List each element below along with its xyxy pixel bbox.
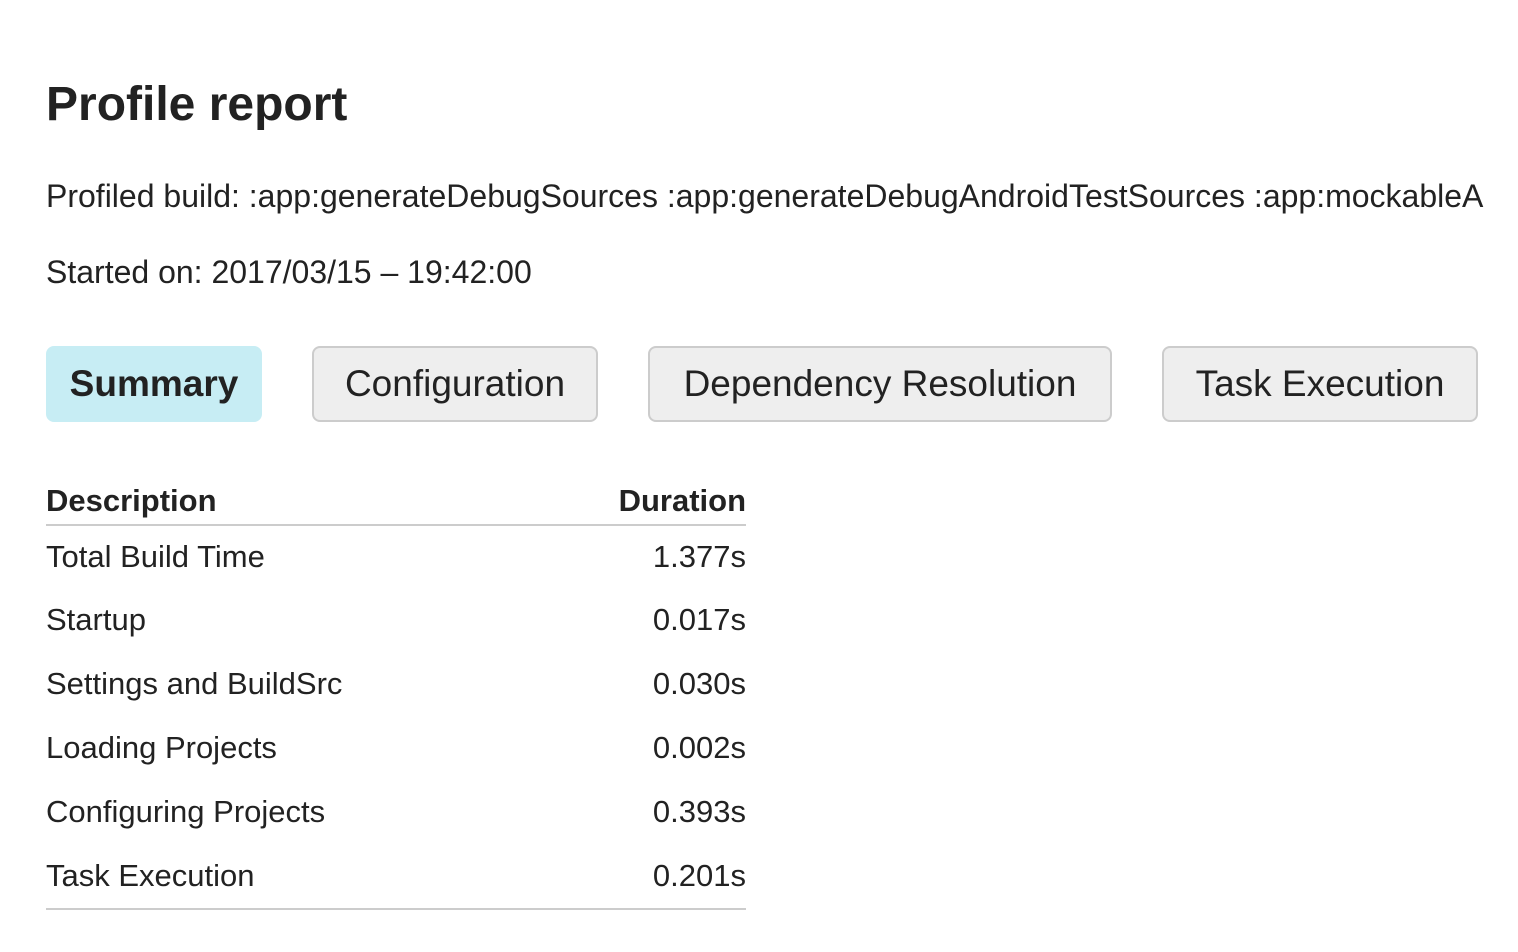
row-description: Settings and BuildSrc — [46, 666, 343, 701]
summary-table: Description Duration Total Build Time 1.… — [46, 478, 746, 910]
column-header-description: Description — [46, 478, 536, 526]
table-row: Startup 0.017s — [46, 588, 746, 652]
table-row: Total Build Time 1.377s — [46, 525, 746, 588]
row-duration: 0.002s — [652, 730, 746, 765]
row-duration: 0.201s — [535, 844, 746, 910]
row-description: Total Build Time — [46, 539, 265, 574]
row-duration: 0.017s — [652, 602, 746, 637]
row-duration: 1.377s — [652, 539, 746, 574]
table-row: Loading Projects 0.002s — [46, 716, 746, 780]
row-description: Configuring Projects — [46, 794, 326, 829]
started-on-text: Started on: 2017/03/15 – 19:42:00 — [46, 254, 532, 290]
row-description: Task Execution — [46, 844, 536, 910]
column-header-duration: Duration — [535, 478, 746, 526]
page-title: Profile report — [46, 78, 348, 131]
tab-summary[interactable]: Summary — [46, 346, 262, 422]
table-row: Task Execution 0.201s — [46, 844, 746, 910]
profiled-build-text: Profiled build: :app:generateDebugSource… — [46, 178, 1484, 214]
row-description: Startup — [46, 602, 146, 637]
tab-dependency-resolution[interactable]: Dependency Resolution — [648, 346, 1112, 422]
row-duration: 0.030s — [652, 666, 746, 701]
tab-task-execution[interactable]: Task Execution — [1162, 346, 1478, 422]
table-row: Configuring Projects 0.393s — [46, 780, 746, 844]
table-row: Settings and BuildSrc 0.030s — [46, 652, 746, 716]
profile-report-page: Profile report Profiled build: :app:gene… — [0, 0, 1518, 952]
row-description: Loading Projects — [46, 730, 277, 765]
tab-configuration[interactable]: Configuration — [312, 346, 598, 422]
table-header-row: Description Duration — [46, 478, 746, 526]
row-duration: 0.393s — [652, 794, 746, 829]
